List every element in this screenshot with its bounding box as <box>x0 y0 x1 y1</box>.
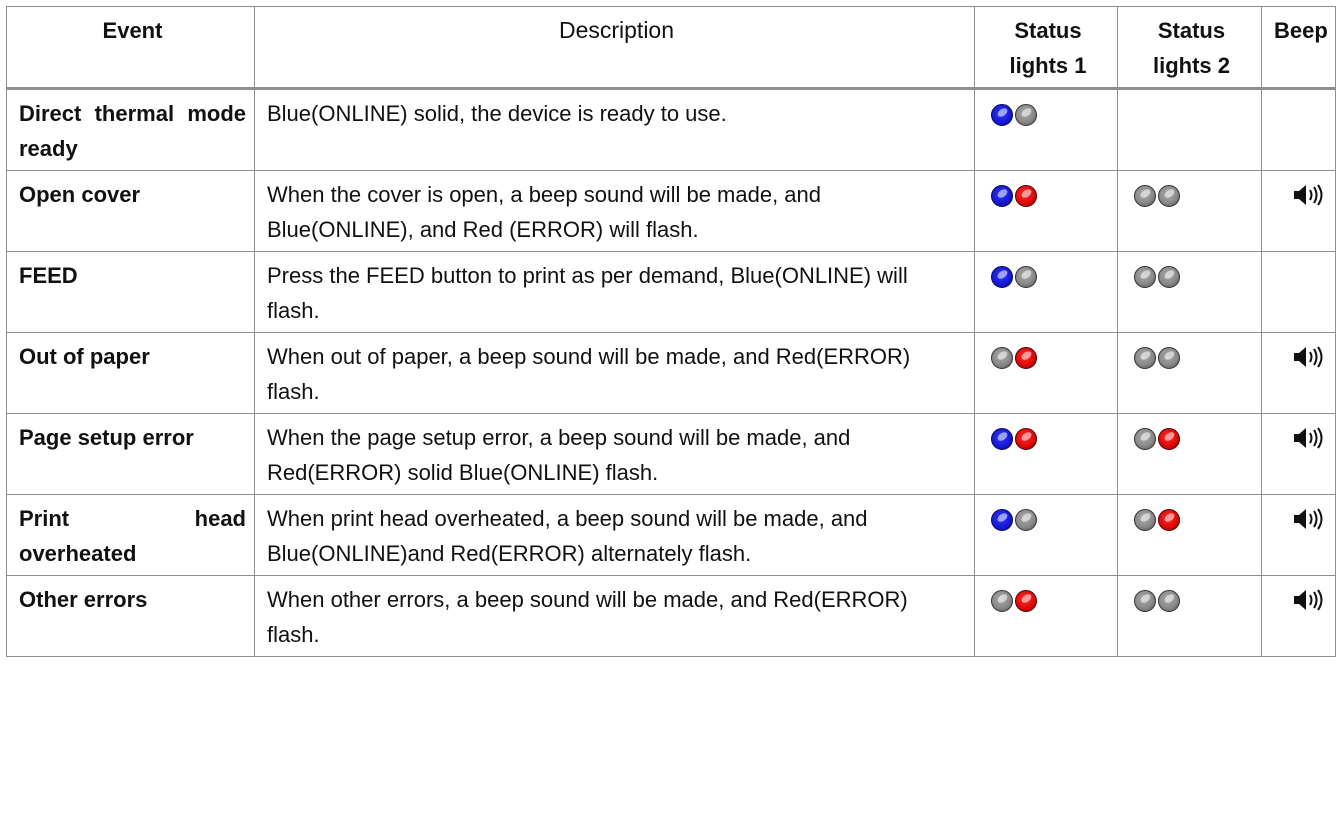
status-lights-group <box>987 428 1037 450</box>
table-row: Print head overheated When print head ove… <box>6 494 1336 576</box>
gray-led-icon <box>991 590 1013 612</box>
event-status-table: Event Description Status lights 1 Status… <box>6 6 1336 657</box>
blue-led-icon <box>991 104 1013 126</box>
event-cell: Page setup error <box>6 413 255 495</box>
blue-led-icon <box>991 185 1013 207</box>
gray-led-icon <box>1158 266 1180 288</box>
beep-cell <box>1261 332 1336 414</box>
red-led-icon <box>1015 590 1037 612</box>
red-led-icon <box>1158 509 1180 531</box>
table-row: FEED Press the FEED button to print as pe… <box>6 251 1336 333</box>
status-lights-group <box>1130 428 1180 450</box>
status-lights-group <box>987 104 1037 126</box>
status-lights-2-cell <box>1117 575 1262 657</box>
status-lights-2-cell <box>1117 332 1262 414</box>
header-description: Description <box>254 6 975 90</box>
beep-cell <box>1261 88 1336 171</box>
beep-cell <box>1261 413 1336 495</box>
header-status-lights-1: Status lights 1 <box>974 6 1118 90</box>
description-cell: Press the FEED button to print as per de… <box>254 251 975 333</box>
gray-led-icon <box>1015 104 1037 126</box>
header-status-lights-2: Status lights 2 <box>1117 6 1262 90</box>
status-lights-1-cell <box>974 170 1118 252</box>
speaker-icon <box>1294 346 1323 368</box>
speaker-icon <box>1294 508 1323 530</box>
status-lights-group <box>987 590 1037 612</box>
gray-led-icon <box>1134 185 1156 207</box>
status-lights-group <box>1130 266 1180 288</box>
beep-cell <box>1261 575 1336 657</box>
speaker-icon <box>1294 184 1323 206</box>
blue-led-icon <box>991 509 1013 531</box>
red-led-icon <box>1015 428 1037 450</box>
event-cell: FEED <box>6 251 255 333</box>
gray-led-icon <box>991 347 1013 369</box>
status-lights-1-cell <box>974 88 1118 171</box>
status-lights-2-cell <box>1117 170 1262 252</box>
gray-led-icon <box>1158 590 1180 612</box>
table-row: Open cover When the cover is open, a beep… <box>6 170 1336 252</box>
status-lights-group <box>1130 509 1180 531</box>
gray-led-icon <box>1134 428 1156 450</box>
gray-led-icon <box>1134 266 1156 288</box>
status-lights-group <box>987 347 1037 369</box>
description-cell: When the cover is open, a beep sound wil… <box>254 170 975 252</box>
status-lights-group <box>987 185 1037 207</box>
red-led-icon <box>1015 347 1037 369</box>
beep-cell <box>1261 251 1336 333</box>
gray-led-icon <box>1158 347 1180 369</box>
status-lights-2-cell <box>1117 251 1262 333</box>
table-row: Other errors When other errors, a beep so… <box>6 575 1336 657</box>
table-body: Direct thermal mode ready Blue(ONLINE) so… <box>6 88 1336 657</box>
gray-led-icon <box>1134 590 1156 612</box>
beep-cell <box>1261 494 1336 576</box>
gray-led-icon <box>1015 509 1037 531</box>
status-lights-2-cell <box>1117 413 1262 495</box>
gray-led-icon <box>1134 347 1156 369</box>
header-event: Event <box>6 6 255 90</box>
table-row: Page setup error When the page setup erro… <box>6 413 1336 495</box>
description-cell: When the page setup error, a beep sound … <box>254 413 975 495</box>
speaker-icon <box>1294 589 1323 611</box>
description-cell: When other errors, a beep sound will be … <box>254 575 975 657</box>
status-lights-group <box>1130 347 1180 369</box>
table-row: Out of paper When out of paper, a beep so… <box>6 332 1336 414</box>
status-lights-group <box>987 266 1037 288</box>
description-cell: When print head overheated, a beep sound… <box>254 494 975 576</box>
status-lights-1-cell <box>974 332 1118 414</box>
table-header-row: Event Description Status lights 1 Status… <box>6 6 1336 90</box>
gray-led-icon <box>1158 185 1180 207</box>
red-led-icon <box>1015 185 1037 207</box>
gray-led-icon <box>1134 509 1156 531</box>
status-lights-group <box>987 509 1037 531</box>
gray-led-icon <box>1015 266 1037 288</box>
event-cell: Direct thermal mode ready <box>6 88 255 171</box>
status-lights-1-cell <box>974 251 1118 333</box>
status-lights-2-cell <box>1117 494 1262 576</box>
event-cell: Other errors <box>6 575 255 657</box>
description-cell: Blue(ONLINE) solid, the device is ready … <box>254 88 975 171</box>
beep-cell <box>1261 170 1336 252</box>
speaker-icon <box>1294 427 1323 449</box>
event-cell: Out of paper <box>6 332 255 414</box>
blue-led-icon <box>991 428 1013 450</box>
blue-led-icon <box>991 266 1013 288</box>
status-lights-1-cell <box>974 494 1118 576</box>
status-lights-group <box>1130 185 1180 207</box>
status-lights-1-cell <box>974 413 1118 495</box>
description-cell: When out of paper, a beep sound will be … <box>254 332 975 414</box>
red-led-icon <box>1158 428 1180 450</box>
table-row: Direct thermal mode ready Blue(ONLINE) so… <box>6 88 1336 171</box>
event-cell: Open cover <box>6 170 255 252</box>
event-cell: Print head overheated <box>6 494 255 576</box>
status-lights-group <box>1130 590 1180 612</box>
header-beep: Beep <box>1261 6 1336 90</box>
status-lights-2-cell <box>1117 88 1262 171</box>
status-lights-1-cell <box>974 575 1118 657</box>
